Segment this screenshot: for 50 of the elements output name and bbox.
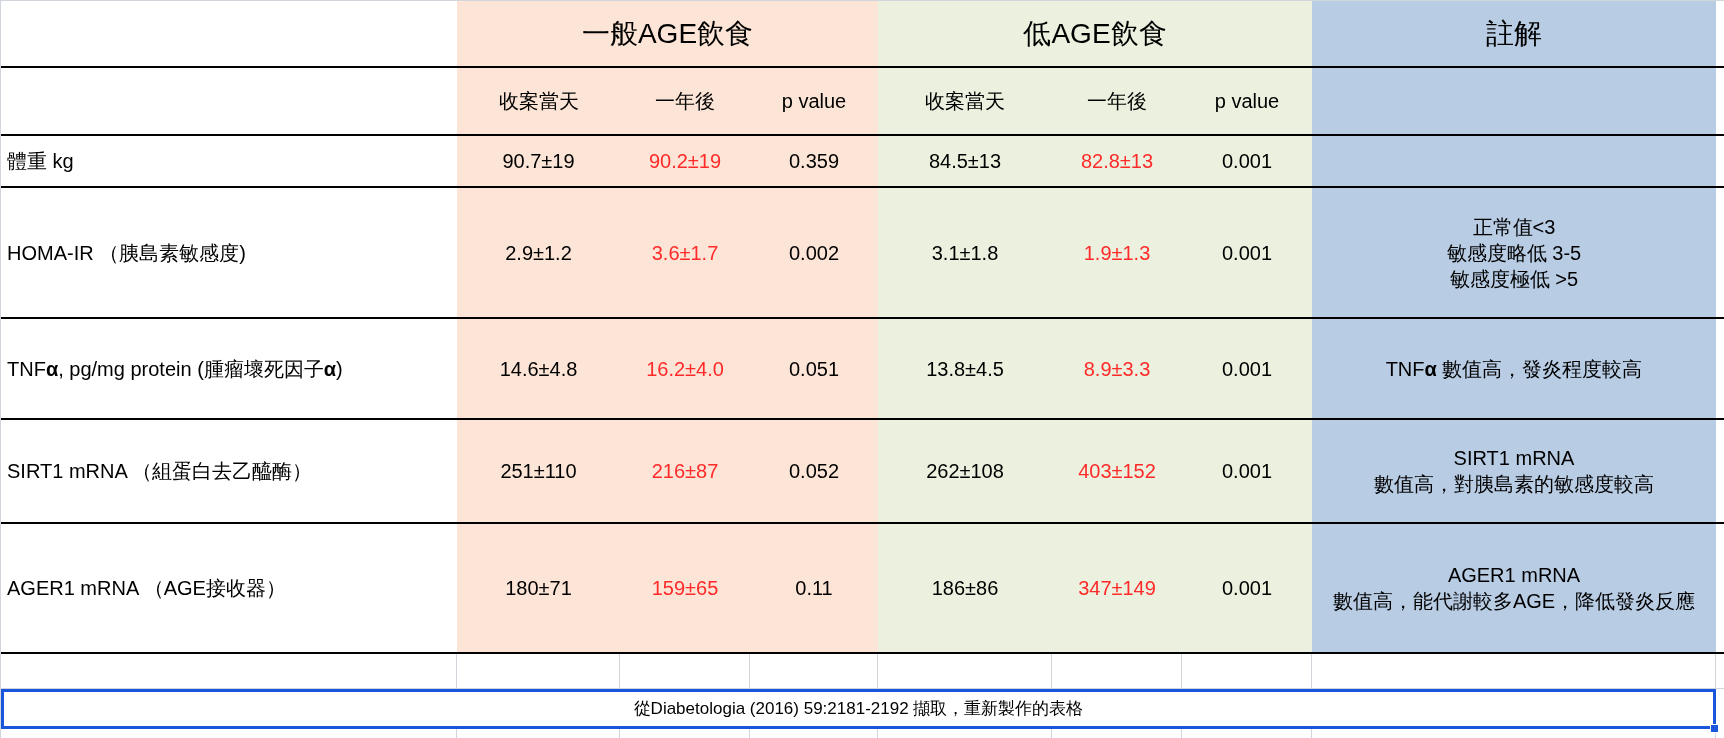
note-cell: TNFα 數值高，發炎程度較高 [1312, 319, 1716, 418]
table-cell: 2.9±1.2 [457, 188, 620, 317]
table-cell: 0.359 [750, 136, 878, 186]
column-header: 一年後 [1052, 68, 1182, 134]
table-cell: 84.5±13 [878, 136, 1052, 186]
column-header: p value [1182, 68, 1312, 134]
table-cell: 186±86 [878, 524, 1052, 652]
column-header: 一年後 [620, 68, 750, 134]
footnote-cell[interactable]: 從Diabetologia (2016) 59:2181-2192 擷取，重新製作的表格 [1, 689, 1716, 729]
row-label: SIRT1 mRNA （組蛋白去乙醯酶） [6, 459, 314, 484]
table-cell: 3.1±1.8 [878, 188, 1052, 317]
table-cell: 90.2±19 [620, 136, 750, 186]
table-cell: 159±65 [620, 524, 750, 652]
table-cell: 0.052 [750, 420, 878, 522]
row-label: HOMA-IR （胰島素敏感度) [6, 240, 247, 266]
table-cell: 0.001 [1182, 420, 1312, 522]
column-header: 收案當天 [457, 68, 620, 134]
group-header: 一般AGE飲食 [457, 1, 878, 66]
table-cell: 0.11 [750, 524, 878, 652]
column-header: 收案當天 [878, 68, 1052, 134]
table-cell: 0.001 [1182, 524, 1312, 652]
table-cell: 216±87 [620, 420, 750, 522]
table-cell: 16.2±4.0 [620, 319, 750, 418]
table-cell: 13.8±4.5 [878, 319, 1052, 418]
table-cell: 82.8±13 [1052, 136, 1182, 186]
group-header: 低AGE飲食 [878, 1, 1312, 66]
table-cell: 0.002 [750, 188, 878, 317]
table-cell: 403±152 [1052, 420, 1182, 522]
fill-handle-icon[interactable] [1710, 724, 1719, 733]
row-label: AGER1 mRNA （AGE接收器） [6, 576, 287, 601]
note-cell: SIRT1 mRNA 數值高，對胰島素的敏感度較高 [1312, 420, 1716, 522]
table-cell: 3.6±1.7 [620, 188, 750, 317]
table-cell: 262±108 [878, 420, 1052, 522]
table-cell: 347±149 [1052, 524, 1182, 652]
note-cell: 正常值<3 敏感度略低 3-5 敏感度極低 >5 [1312, 188, 1716, 317]
table-cell: 90.7±19 [457, 136, 620, 186]
notes-header: 註解 [1312, 1, 1716, 66]
note-cell: AGER1 mRNA 數值高，能代謝較多AGE，降低發炎反應 [1312, 524, 1716, 652]
row-label: 體重 kg [6, 149, 75, 174]
table-cell: 1.9±1.3 [1052, 188, 1182, 317]
table-cell: 0.001 [1182, 188, 1312, 317]
table-cell: 0.001 [1182, 319, 1312, 418]
row-label: TNFα, pg/mg protein (腫瘤壞死因子α) [6, 356, 344, 382]
table-cell: 14.6±4.8 [457, 319, 620, 418]
table-cell: 8.9±3.3 [1052, 319, 1182, 418]
table-cell: 0.051 [750, 319, 878, 418]
table-cell: 180±71 [457, 524, 620, 652]
table-cell: 0.001 [1182, 136, 1312, 186]
table-cell: 251±110 [457, 420, 620, 522]
column-header: p value [750, 68, 878, 134]
